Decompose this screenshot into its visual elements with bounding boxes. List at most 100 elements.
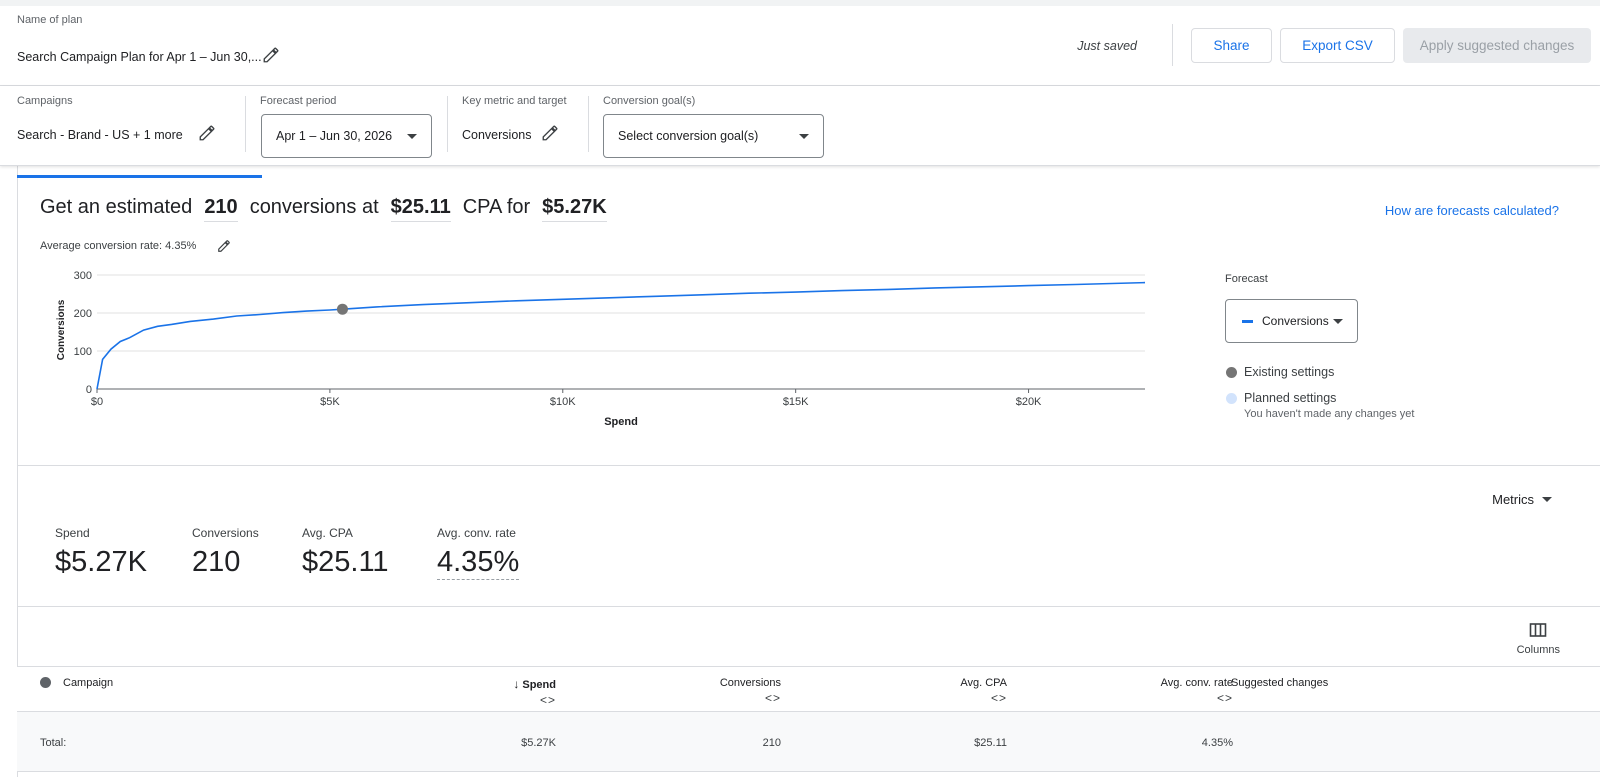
scorecard-conv-rate-value[interactable]: 4.35% (437, 546, 520, 580)
edit-plan-name-icon[interactable] (262, 46, 280, 64)
sort-toggle-icon[interactable]: <> (513, 693, 556, 707)
export-csv-button[interactable]: Export CSV (1280, 28, 1395, 63)
status-dot-icon (40, 677, 51, 688)
forecast-metric-value: Conversions (1262, 314, 1329, 328)
scorecard-conv-rate: Avg. conv. rate 4.35% (437, 526, 520, 580)
plan-header: Name of plan Search Campaign Plan for Ap… (0, 6, 1600, 86)
plan-settings-bar: Campaigns Search - Brand - US + 1 more F… (0, 86, 1600, 166)
scorecard-conversions: Conversions 210 (192, 526, 259, 579)
legend-planned-label: Planned settings (1244, 391, 1337, 405)
scorecard-cpa-label: Avg. CPA (302, 526, 353, 540)
table-header-row: Campaign ↓ Spend <> Conversions <> Avg. … (17, 666, 1600, 712)
x-tick-label: $20K (1016, 396, 1042, 408)
x-tick-label: $15K (783, 396, 809, 408)
sort-arrow-down-icon: ↓ (513, 677, 520, 691)
scorecard-conversions-value: 210 (192, 546, 241, 578)
y-tick-label: 0 (86, 384, 92, 396)
legend-planned: Planned settings (1226, 391, 1336, 405)
header-divider (1172, 24, 1173, 66)
sort-toggle-icon[interactable]: <> (960, 691, 1007, 705)
col-header-spend[interactable]: ↓ Spend <> (513, 677, 556, 707)
campaigns-value: Search - Brand - US + 1 more (17, 128, 183, 142)
scorecard-spend-value: $5.27K (55, 546, 147, 578)
col-campaign-label: Campaign (63, 677, 114, 689)
key-metric-value: Conversions (462, 128, 532, 142)
forecast-period-label: Forecast period (260, 95, 337, 107)
planned-dot-icon (1226, 392, 1237, 404)
chevron-down-icon (799, 134, 809, 139)
plan-name: Search Campaign Plan for Apr 1 – Jun 30,… (17, 50, 262, 64)
forecast-metric-dropdown[interactable]: Conversions (1225, 299, 1358, 343)
existing-settings-point (336, 303, 348, 315)
headline-cpa[interactable]: $25.11 (390, 196, 451, 222)
key-metric-setting: Key metric and target Conversions (462, 86, 582, 166)
scorecard-conv-rate-label: Avg. conv. rate (437, 526, 516, 540)
col-suggested-label: Suggested changes (1231, 677, 1329, 689)
scorecard-conversions-label: Conversions (192, 526, 259, 540)
forecast-chart: 0 100 200 300 $0 $5K $10K $15K $20K Spend Conversi… (56, 270, 1146, 428)
chevron-down-icon (1333, 319, 1343, 324)
columns-button[interactable]: Columns (1517, 622, 1560, 656)
edit-key-metric-icon[interactable] (541, 124, 559, 142)
col-cpa-label: Avg. CPA (960, 677, 1007, 689)
columns-icon (1529, 623, 1547, 637)
edit-campaigns-icon[interactable] (198, 124, 216, 142)
scorecard-cpa-value: $25.11 (302, 546, 389, 578)
key-metric-label: Key metric and target (462, 95, 567, 107)
columns-label: Columns (1516, 644, 1560, 656)
scorecard-spend-label: Spend (55, 526, 90, 540)
col-header-suggested: Suggested changes (1231, 677, 1328, 689)
headline-conversions[interactable]: 210 (204, 196, 238, 222)
total-cpa: $25.11 (974, 737, 1007, 749)
sort-toggle-icon[interactable]: <> (720, 691, 781, 705)
col-header-campaign[interactable]: Campaign (63, 677, 113, 689)
total-spend: $5.27K (521, 737, 556, 749)
scorecard-cpa: Avg. CPA $25.11 (302, 526, 389, 579)
conversions-series-line (96, 281, 1146, 390)
total-conversions: 210 (762, 737, 781, 749)
forecast-period-dropdown[interactable]: Apr 1 – Jun 30, 2026 (261, 114, 432, 158)
y-tick-label: 100 (74, 346, 92, 358)
conversion-goal-label: Conversion goal(s) (603, 95, 696, 107)
existing-dot-icon (1226, 366, 1237, 378)
headline-mid2: CPA for (462, 196, 531, 218)
x-tick-label: $10K (550, 396, 576, 408)
edit-conversion-rate-icon[interactable] (217, 239, 231, 253)
col-spend-label: Spend (522, 679, 556, 691)
campaigns-label: Campaigns (17, 95, 73, 107)
plan-name-label: Name of plan (17, 14, 83, 26)
col-header-cpa[interactable]: Avg. CPA <> (960, 677, 1007, 705)
x-axis-label: Spend (604, 416, 638, 428)
settings-divider (245, 96, 246, 152)
avg-conversion-rate: Average conversion rate: 4.35% (40, 240, 197, 252)
metrics-menu-button[interactable]: Metrics (1492, 492, 1552, 507)
how-forecasts-calculated-link[interactable]: How are forecasts calculated? (1385, 203, 1559, 218)
section-divider (17, 465, 1600, 466)
y-tick-label: 200 (74, 308, 92, 320)
forecast-legend-label: Forecast (1225, 273, 1268, 285)
tab-indicator (17, 175, 262, 178)
settings-divider (588, 96, 589, 152)
legend-planned-subtext: You haven't made any changes yet (1244, 408, 1415, 420)
conversion-goal-dropdown[interactable]: Select conversion goal(s) (603, 114, 824, 158)
chevron-down-icon (407, 134, 417, 139)
chevron-down-icon (1542, 497, 1552, 502)
apply-suggested-changes-button[interactable]: Apply suggested changes (1403, 28, 1591, 63)
col-conv-rate-label: Avg. conv. rate (1160, 677, 1233, 689)
forecast-period-value: Apr 1 – Jun 30, 2026 (276, 129, 393, 143)
x-tick-label: $0 (91, 396, 103, 408)
col-header-conversions[interactable]: Conversions <> (720, 677, 781, 705)
col-header-conv-rate[interactable]: Avg. conv. rate <> (1161, 677, 1233, 705)
total-conv-rate: 4.35% (1201, 737, 1233, 749)
sort-toggle-icon[interactable]: <> (1161, 691, 1233, 705)
share-button[interactable]: Share (1191, 28, 1272, 63)
save-status: Just saved (1077, 39, 1137, 53)
y-axis-label: Conversions (56, 299, 67, 360)
col-conversions-label: Conversions (719, 677, 781, 689)
legend-existing-label: Existing settings (1244, 365, 1335, 379)
campaigns-setting: Campaigns Search - Brand - US + 1 more (17, 86, 247, 166)
metrics-menu-label: Metrics (1492, 492, 1534, 507)
section-divider (17, 606, 1600, 607)
headline-spend[interactable]: $5.27K (542, 196, 607, 222)
headline-mid1: conversions at (249, 196, 379, 218)
